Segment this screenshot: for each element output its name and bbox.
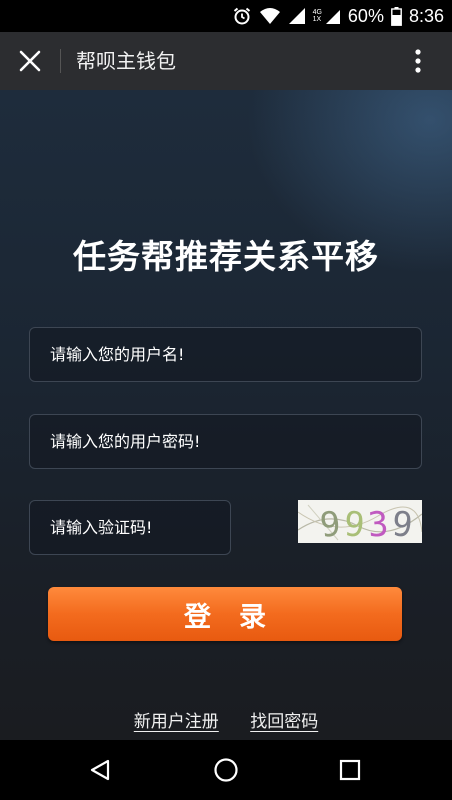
main-content: 任务帮推荐关系平移 9 9 3 9 登录 bbox=[0, 90, 452, 740]
battery-icon bbox=[391, 6, 402, 26]
captcha-field[interactable] bbox=[29, 500, 231, 555]
network-type-top: 4G bbox=[312, 9, 322, 16]
captcha-image[interactable]: 9 9 3 9 bbox=[298, 500, 422, 543]
captcha-char-3: 3 bbox=[367, 504, 390, 543]
register-link[interactable]: 新用户注册 bbox=[134, 712, 219, 732]
nav-bar bbox=[0, 740, 452, 800]
more-vert-icon bbox=[415, 49, 421, 73]
network-type-bottom: 1X bbox=[312, 16, 322, 23]
close-icon bbox=[19, 50, 41, 72]
status-icons: 4G 1X 60% 8:36 bbox=[232, 0, 444, 32]
captcha-char-4: 9 bbox=[390, 504, 415, 543]
alarm-icon bbox=[232, 6, 252, 26]
password-field[interactable] bbox=[29, 414, 422, 469]
captcha-input[interactable] bbox=[50, 518, 230, 537]
wifi-icon bbox=[259, 7, 281, 25]
screen: 4G 1X 60% 8:36 帮呗主钱包 任务帮推荐关系平移 请输入您的用户名!… bbox=[0, 0, 452, 800]
more-options-button[interactable] bbox=[398, 41, 438, 81]
status-bar: 4G 1X 60% 8:36 bbox=[0, 0, 452, 32]
back-button[interactable] bbox=[80, 750, 120, 790]
main-title: 任务帮推荐关系平移 bbox=[73, 237, 379, 276]
close-button[interactable] bbox=[10, 41, 50, 81]
page-title-header: 帮呗主钱包 bbox=[76, 49, 176, 73]
captcha-char-2: 9 bbox=[342, 504, 366, 543]
battery-percent: 60% bbox=[347, 5, 384, 26]
recents-button[interactable] bbox=[330, 750, 370, 790]
username-field[interactable] bbox=[29, 327, 422, 382]
home-button[interactable] bbox=[206, 750, 246, 790]
clock-time: 8:36 bbox=[408, 5, 444, 26]
back-triangle-icon bbox=[90, 759, 110, 781]
header-divider bbox=[60, 49, 61, 73]
cell-signal-2-icon bbox=[325, 7, 341, 25]
cell-signal-icon bbox=[288, 7, 306, 25]
recover-password-link[interactable]: 找回密码 bbox=[250, 712, 318, 732]
username-input[interactable] bbox=[50, 345, 421, 364]
login-button[interactable]: 登录 bbox=[48, 587, 402, 641]
home-circle-icon bbox=[214, 758, 238, 782]
recents-square-icon bbox=[339, 759, 361, 781]
bottom-links: 新用户注册 找回密码 bbox=[0, 707, 452, 732]
network-type-label: 4G 1X bbox=[313, 9, 322, 23]
app-header: 帮呗主钱包 bbox=[0, 32, 452, 90]
password-input[interactable] bbox=[50, 432, 421, 451]
captcha-char-1: 9 bbox=[318, 504, 343, 543]
